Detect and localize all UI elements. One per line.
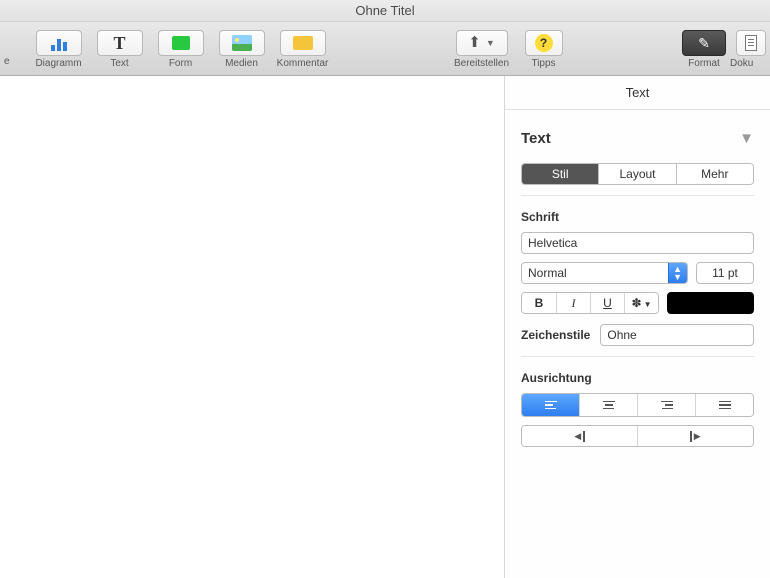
window-title: Ohne Titel — [0, 0, 770, 22]
toolbar-item-format[interactable]: Format — [678, 30, 730, 69]
text-alignment-segment — [521, 393, 754, 417]
toolbar-item-shape[interactable]: Form — [150, 30, 211, 69]
format-brush-icon — [698, 35, 710, 52]
toolbar-label: Form — [150, 58, 211, 69]
paragraph-style-popup[interactable]: Text ▼ — [521, 124, 754, 163]
align-center-button[interactable] — [579, 394, 637, 416]
toolbar-item-share[interactable]: ⬆︎ ▼ Bereitstellen — [444, 30, 520, 69]
indent-button[interactable]: ▶ — [637, 426, 753, 446]
font-family-select[interactable]: Helvetica — [521, 232, 754, 254]
chart-icon — [51, 35, 67, 51]
toolbar-item-media[interactable]: Medien — [211, 30, 272, 69]
font-style-group: B I U ✽▼ — [521, 292, 659, 314]
toolbar-label: Kommentar — [272, 58, 333, 69]
toolbar-label: Format — [678, 58, 730, 69]
document-canvas[interactable] — [0, 76, 504, 578]
toolbar-item-comment[interactable]: Kommentar — [272, 30, 333, 69]
outdent-icon: ◀ — [574, 431, 584, 442]
document-icon — [745, 35, 757, 51]
share-icon: ⬆︎ — [468, 33, 481, 51]
section-label-font: Schrift — [521, 210, 754, 224]
toolbar-item-truncated[interactable]: e — [4, 30, 28, 69]
paragraph-style-name: Text — [521, 130, 551, 147]
align-right-icon — [661, 401, 673, 410]
toolbar-label: Medien — [211, 58, 272, 69]
toolbar-label: Doku — [730, 58, 766, 69]
align-center-icon — [603, 401, 615, 410]
subtab-layout[interactable]: Layout — [598, 164, 675, 184]
underline-button[interactable]: U — [590, 293, 624, 313]
comment-icon — [293, 36, 313, 50]
section-label-alignment: Ausrichtung — [521, 371, 754, 385]
bold-button[interactable]: B — [522, 293, 556, 313]
shape-icon — [172, 36, 190, 50]
align-justify-button[interactable] — [695, 394, 753, 416]
font-size-field[interactable]: 11 pt — [696, 262, 754, 284]
text-icon: T — [97, 30, 143, 56]
label-character-style: Zeichenstile — [521, 328, 590, 342]
gear-icon: ✽ — [632, 296, 642, 310]
toolbar-label: Text — [89, 58, 150, 69]
toolbar-label: Tipps — [520, 58, 568, 69]
toolbar-item-chart[interactable]: Diagramm — [28, 30, 89, 69]
stepper-arrows-icon: ▲▼ — [673, 265, 682, 281]
italic-button[interactable]: I — [556, 293, 590, 313]
toolbar: e Diagramm T Text Form Medien Kommentar … — [0, 22, 770, 76]
align-justify-icon — [719, 401, 731, 410]
toolbar-item-tips[interactable]: ? Tipps — [520, 30, 568, 69]
font-action-menu[interactable]: ✽▼ — [624, 293, 658, 313]
align-right-button[interactable] — [637, 394, 695, 416]
format-inspector: Text Text ▼ Stil Layout Mehr Schrift Hel… — [504, 76, 770, 578]
align-left-button[interactable] — [522, 394, 579, 416]
media-icon — [232, 35, 252, 51]
toolbar-label: Bereitstellen — [444, 58, 520, 69]
indent-icon: ▶ — [690, 431, 700, 442]
subtab-mehr[interactable]: Mehr — [676, 164, 753, 184]
help-icon: ? — [535, 34, 553, 52]
indent-segment: ◀ ▶ — [521, 425, 754, 447]
font-weight-select[interactable]: Normal ▲▼ — [521, 262, 688, 284]
inspector-subtabs: Stil Layout Mehr — [521, 163, 754, 185]
character-style-select[interactable]: Ohne — [600, 324, 754, 346]
chevron-down-icon: ▼ — [739, 130, 754, 147]
inspector-tab-text[interactable]: Text — [505, 85, 770, 100]
toolbar-item-document[interactable]: Doku — [730, 30, 766, 69]
subtab-stil[interactable]: Stil — [522, 164, 598, 184]
text-color-swatch[interactable] — [667, 292, 754, 314]
toolbar-label: Diagramm — [28, 58, 89, 69]
chevron-down-icon: ▼ — [486, 38, 495, 48]
toolbar-item-text[interactable]: T Text — [89, 30, 150, 69]
outdent-button[interactable]: ◀ — [522, 426, 637, 446]
align-left-icon — [545, 401, 557, 410]
chevron-down-icon: ▼ — [644, 300, 652, 309]
